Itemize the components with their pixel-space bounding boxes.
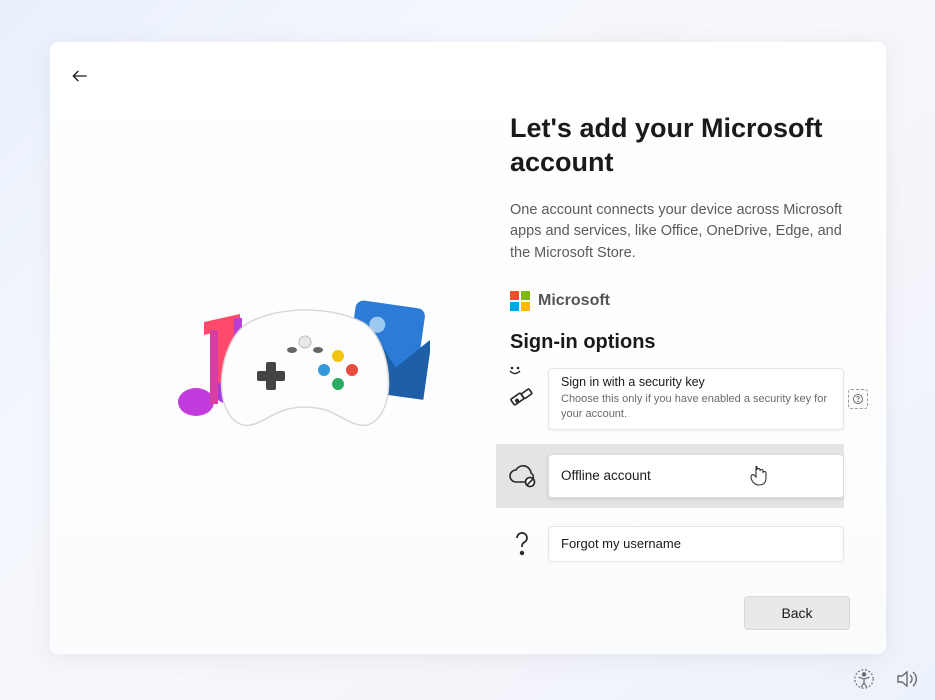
- option-security-key-title: Sign in with a security key: [561, 375, 831, 391]
- hero-panel: [50, 42, 490, 654]
- option-offline-title: Offline account: [561, 468, 831, 485]
- option-forgot-username[interactable]: Forgot my username: [496, 526, 844, 562]
- signin-options-title: Sign-in options: [510, 331, 846, 354]
- microsoft-logo-icon: [510, 291, 530, 311]
- layout: Let's add your Microsoft account One acc…: [50, 42, 886, 654]
- volume-icon[interactable]: [895, 668, 919, 690]
- back-button[interactable]: Back: [744, 596, 850, 630]
- accessibility-icon[interactable]: [853, 668, 875, 690]
- option-security-key-sub: Choose this only if you have enabled a s…: [561, 392, 831, 421]
- help-badge[interactable]: [848, 389, 868, 409]
- option-security-key-card[interactable]: Sign in with a security key Choose this …: [548, 368, 844, 430]
- option-forgot-title: Forgot my username: [561, 536, 831, 552]
- cloud-offline-icon: [507, 464, 537, 488]
- option-offline-card[interactable]: Offline account: [548, 454, 844, 498]
- smiley-icon: [509, 364, 523, 378]
- option-offline-account[interactable]: Offline account: [496, 444, 844, 508]
- option-forgot-card[interactable]: Forgot my username: [548, 526, 844, 562]
- question-icon: [512, 530, 532, 558]
- hero-illustration: [130, 292, 430, 462]
- oobe-card: Let's add your Microsoft account One acc…: [50, 42, 886, 654]
- page-title: Let's add your Microsoft account: [510, 112, 846, 180]
- microsoft-label: Microsoft: [538, 292, 610, 310]
- content-panel: Let's add your Microsoft account One acc…: [490, 42, 886, 654]
- microsoft-brand: Microsoft: [510, 291, 846, 311]
- help-circle-icon: [852, 393, 864, 405]
- signin-options-list: Sign in with a security key Choose this …: [496, 368, 844, 562]
- taskbar-tray: [853, 668, 919, 690]
- security-key-icon: [508, 385, 536, 413]
- back-button-label: Back: [781, 605, 812, 621]
- option-security-key[interactable]: Sign in with a security key Choose this …: [496, 368, 844, 430]
- page-subtitle: One account connects your device across …: [510, 200, 846, 265]
